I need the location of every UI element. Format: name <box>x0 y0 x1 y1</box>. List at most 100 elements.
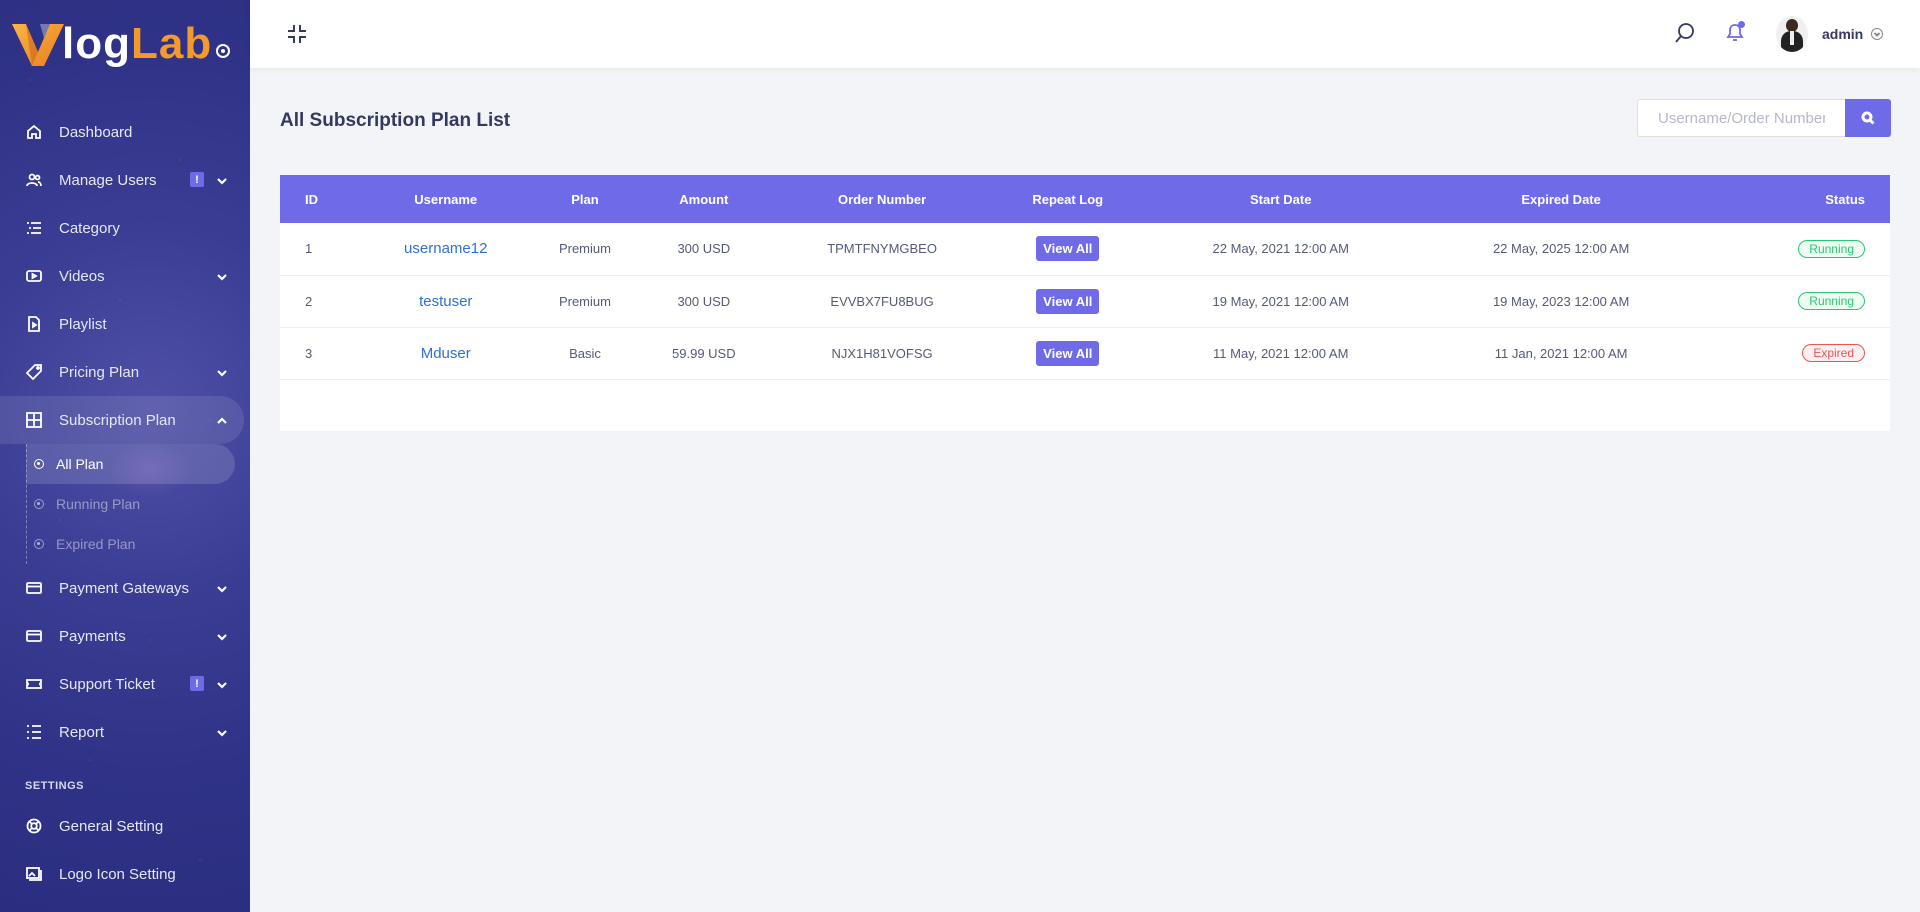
sidebar-item-label: Report <box>59 723 105 741</box>
ticket-icon <box>26 676 42 692</box>
sidebar-item-payments[interactable]: Payments <box>0 612 250 660</box>
logo-dot-icon <box>216 44 231 58</box>
chevron-down-icon <box>216 174 228 186</box>
status-badge: Running <box>1798 292 1865 310</box>
list-icon <box>26 220 42 236</box>
collapse-icon[interactable] <box>286 23 308 45</box>
cell-start-date: 11 May, 2021 12:00 AM <box>1213 345 1349 361</box>
table-row: 2 testuser Premium 300 USD EVVBX7FU8BUG … <box>280 275 1890 327</box>
grid-icon <box>26 412 42 428</box>
cell-start-date: 22 May, 2021 12:00 AM <box>1212 241 1349 257</box>
sidebar-item-category[interactable]: Category <box>0 204 250 252</box>
circle-dot-icon <box>34 499 44 509</box>
sidebar-item-label: Videos <box>59 267 105 285</box>
username-label: admin <box>1822 26 1864 42</box>
circle-dot-icon <box>34 539 44 549</box>
sidebar-item-label: Logo Icon Setting <box>59 865 176 883</box>
lifebuoy-icon <box>26 818 42 834</box>
logo-text: logLab <box>62 19 213 68</box>
submenu-item-all-plan[interactable]: All Plan <box>26 444 235 484</box>
search-icon[interactable] <box>1674 22 1696 44</box>
view-all-button[interactable]: View All <box>1036 236 1100 262</box>
column-header: ID <box>305 191 318 207</box>
cell-plan: Basic <box>569 345 601 361</box>
cell-expired-date: 22 May, 2025 12:00 AM <box>1492 241 1630 257</box>
cell-order-number: TPMTFNYMGBEO <box>827 241 937 257</box>
submenu-item-label: Running Plan <box>56 496 141 512</box>
sidebar-item-logo-icon-setting[interactable]: Logo Icon Setting <box>0 850 250 898</box>
column-header: Expired Date <box>1521 191 1601 207</box>
search-form <box>1637 99 1891 137</box>
search-input[interactable] <box>1637 99 1845 137</box>
chevron-down-icon <box>216 726 228 738</box>
cell-id: 3 <box>305 345 313 361</box>
tag-icon <box>26 364 42 380</box>
submenu-item-label: Expired Plan <box>56 536 136 552</box>
cell-expired-date: 19 May, 2023 12:00 AM <box>1492 293 1630 309</box>
notification-dot <box>1738 21 1745 28</box>
cell-expired-date: 11 Jan, 2021 12:00 AM <box>1494 345 1628 361</box>
submenu-item-expired-plan[interactable]: Expired Plan <box>26 524 250 564</box>
sidebar-item-label: General Setting <box>59 817 164 835</box>
sidebar-item-manage-users[interactable]: Manage Users ! <box>0 156 250 204</box>
sidebar-item-label: Pricing Plan <box>59 363 140 381</box>
sidebar-item-subscription-plan[interactable]: Subscription Plan <box>0 396 244 444</box>
sidebar-item-label: Dashboard <box>59 123 133 141</box>
bell-icon[interactable] <box>1724 21 1748 45</box>
sidebar-item-support-ticket[interactable]: Support Ticket ! <box>0 660 250 708</box>
cell-amount: 300 USD <box>677 293 731 309</box>
subscription-submenu: All Plan Running Plan Expired Plan <box>0 444 250 564</box>
cell-id: 2 <box>305 293 313 309</box>
column-header: Order Number <box>838 191 927 207</box>
column-header: Username <box>414 191 478 207</box>
chevron-down-icon <box>216 630 228 642</box>
search-button[interactable] <box>1845 99 1891 137</box>
table-header-row: ID Username Plan Amount Order Number Rep… <box>280 175 1890 223</box>
table-row: 1 username12 Premium 300 USD TPMTFNYMGBE… <box>280 223 1890 275</box>
sidebar-item-label: Support Ticket <box>59 675 155 693</box>
card-icon <box>26 628 42 644</box>
username-link[interactable]: username12 <box>404 240 487 257</box>
chevron-down-icon <box>216 366 228 378</box>
cell-start-date: 19 May, 2021 12:00 AM <box>1212 293 1349 309</box>
status-badge: Running <box>1798 239 1865 258</box>
column-header: Amount <box>679 191 729 207</box>
sidebar-menu: Dashboard Manage Users ! Category Videos… <box>0 108 250 898</box>
page-title: All Subscription Plan List <box>280 110 511 131</box>
cell-plan: Premium <box>558 241 611 257</box>
sidebar-item-pricing-plan[interactable]: Pricing Plan <box>0 348 250 396</box>
sidebar-item-label: Subscription Plan <box>59 411 176 429</box>
cell-id: 1 <box>305 241 313 257</box>
logo[interactable]: logLab <box>10 16 231 72</box>
cell-order-number: EVVBX7FU8BUG <box>830 293 934 309</box>
sidebar-item-label: Category <box>59 219 120 237</box>
column-header: Repeat Log <box>1032 191 1104 207</box>
file-icon <box>26 316 42 332</box>
sidebar-item-playlist[interactable]: Playlist <box>0 300 250 348</box>
chevron-down-icon <box>216 678 228 690</box>
column-header: Plan <box>571 191 599 207</box>
sidebar-item-label: Manage Users <box>59 171 157 189</box>
submenu-item-running-plan[interactable]: Running Plan <box>26 484 250 524</box>
username-link[interactable]: Mduser <box>421 345 471 362</box>
view-all-button[interactable]: View All <box>1036 288 1100 314</box>
subscription-table: ID Username Plan Amount Order Number Rep… <box>280 175 1890 380</box>
sidebar-item-dashboard[interactable]: Dashboard <box>0 108 250 156</box>
sidebar: logLab Dashboard Manage Users ! Category… <box>0 0 250 912</box>
view-all-button[interactable]: View All <box>1036 340 1100 366</box>
sidebar-item-label: Playlist <box>59 315 107 333</box>
column-header: Start Date <box>1250 191 1312 207</box>
column-header: Status <box>1825 191 1865 207</box>
user-menu[interactable]: admin <box>1776 16 1884 52</box>
topbar: admin <box>250 0 1920 68</box>
sidebar-item-general-setting[interactable]: General Setting <box>0 802 250 850</box>
sidebar-item-payment-gateways[interactable]: Payment Gateways <box>0 564 250 612</box>
sidebar-item-videos[interactable]: Videos <box>0 252 250 300</box>
notification-badge: ! <box>190 172 204 187</box>
username-link[interactable]: testuser <box>419 293 472 310</box>
users-icon <box>26 172 42 188</box>
sidebar-item-report[interactable]: Report <box>0 708 250 756</box>
chevron-up-icon <box>216 414 228 426</box>
cell-plan: Premium <box>558 293 611 309</box>
chevron-down-icon <box>1871 28 1884 40</box>
